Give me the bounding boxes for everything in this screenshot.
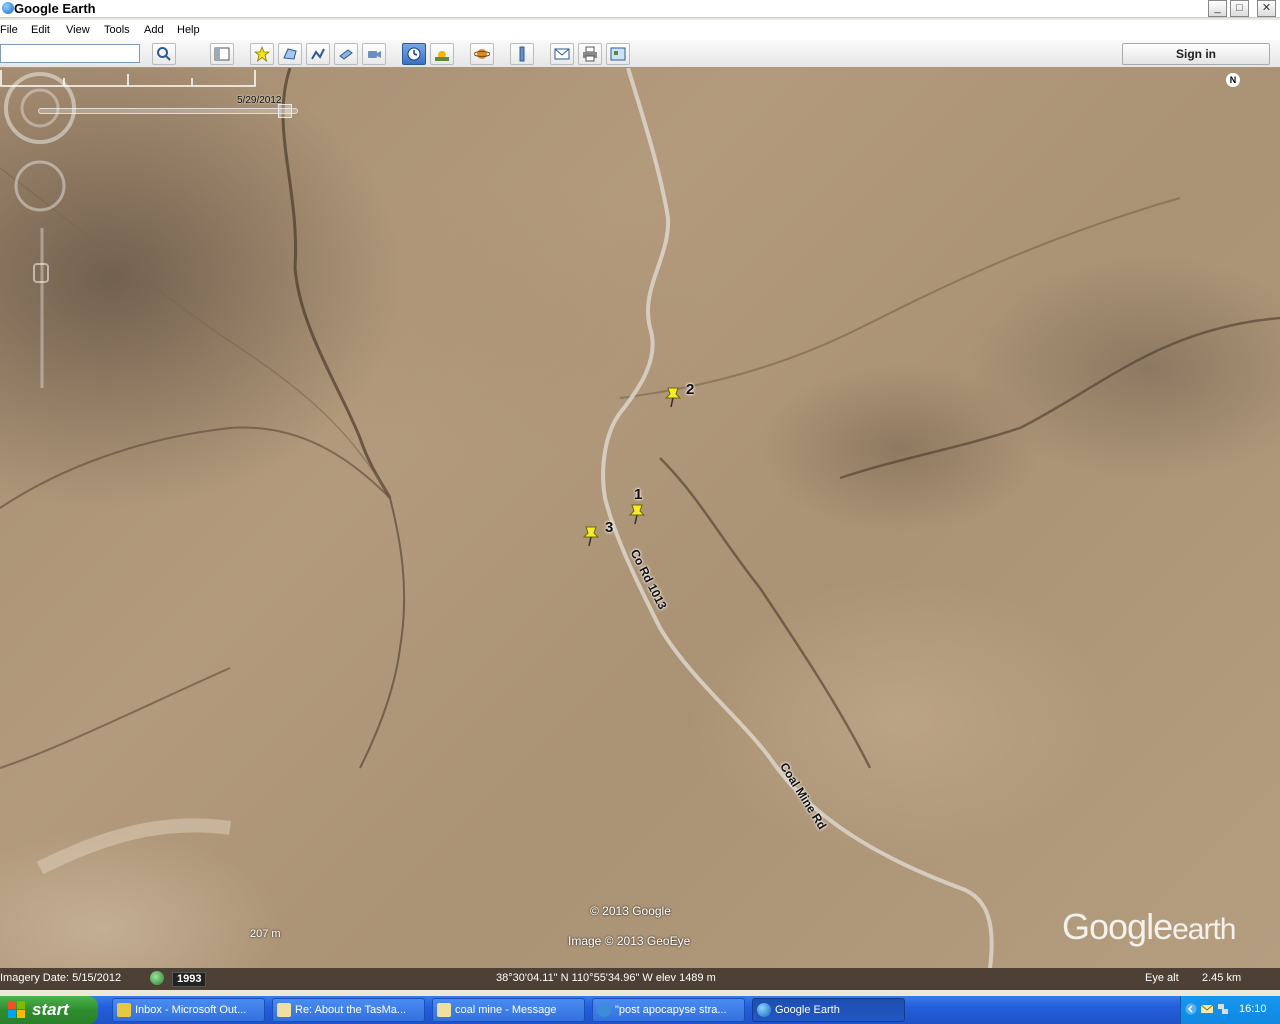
task-label: Inbox - Microsoft Out... <box>135 1004 247 1016</box>
task-label: "post apocapyse stra... <box>615 1004 727 1016</box>
task-label: Google Earth <box>775 1004 840 1016</box>
email-icon <box>554 48 570 60</box>
close-button[interactable]: ✕ <box>1257 0 1276 17</box>
google-earth-app-icon <box>2 2 14 14</box>
menu-tools[interactable]: Tools <box>104 24 130 36</box>
search-input[interactable] <box>0 44 140 63</box>
imagery-date: Imagery Date: 5/15/2012 <box>0 972 122 984</box>
task-label: Re: About the TasMa... <box>295 1004 407 1016</box>
google-earth-icon <box>757 1003 771 1017</box>
placemark-1-label: 1 <box>634 486 643 503</box>
add-image-overlay-button[interactable] <box>334 43 358 65</box>
envelope-icon <box>277 1003 291 1017</box>
search-button[interactable] <box>152 43 176 65</box>
menu-view[interactable]: View <box>66 24 90 36</box>
add-placemark-button[interactable] <box>250 43 274 65</box>
polygon-icon <box>283 48 297 60</box>
outlook-icon <box>117 1003 131 1017</box>
planet-icon <box>473 49 491 59</box>
move-joystick[interactable] <box>14 160 66 212</box>
task-label: coal mine - Message <box>455 1004 557 1016</box>
image-overlay-icon <box>339 49 353 60</box>
sunlight-button[interactable] <box>430 43 454 65</box>
toolbar: Sign in <box>0 40 1280 68</box>
placemark-3-pin-icon[interactable] <box>580 523 602 547</box>
time-slider-thumb[interactable] <box>278 104 292 118</box>
historical-imagery-button[interactable] <box>402 43 426 65</box>
task-google-earth[interactable]: Google Earth <box>752 998 905 1022</box>
placemark-2-label: 2 <box>686 381 695 398</box>
eye-alt-label: Eye alt <box>1145 972 1179 984</box>
menu-help[interactable]: Help <box>177 24 200 36</box>
task-coal-mine-message[interactable]: coal mine - Message <box>432 998 585 1022</box>
clock: 16:10 <box>1239 1003 1267 1015</box>
scale-label: 207 m <box>250 928 281 940</box>
imagery-copyright: Image © 2013 GeoEye <box>568 934 691 948</box>
placemark-3-label: 3 <box>605 519 614 536</box>
network-tray-icon[interactable] <box>1217 1003 1229 1015</box>
task-browser-window[interactable]: "post apocapyse stra... <box>592 998 745 1022</box>
tray-expand-icon[interactable] <box>1185 1003 1197 1015</box>
minimize-button[interactable]: _ <box>1208 0 1227 17</box>
print-button[interactable] <box>578 43 602 65</box>
historical-imagery-icon[interactable] <box>150 971 164 985</box>
internet-explorer-icon <box>597 1003 611 1017</box>
google-earth-window: Google Earth _ □ ✕ File Edit View Tools … <box>0 0 1280 996</box>
task-tasma-message[interactable]: Re: About the TasMa... <box>272 998 425 1022</box>
envelope-icon <box>437 1003 451 1017</box>
menu-bar: File Edit View Tools Add Help <box>0 20 1280 40</box>
email-button[interactable] <box>550 43 574 65</box>
placemark-1-pin-icon[interactable] <box>626 501 648 525</box>
mail-tray-icon[interactable] <box>1201 1003 1213 1015</box>
window-title: Google Earth <box>14 1 96 16</box>
menu-file[interactable]: File <box>0 24 18 36</box>
status-bar: Imagery Date: 5/15/2012 1993 38°30'04.11… <box>0 968 1280 990</box>
coordinates-readout: 38°30'04.11" N 110°55'34.96" W elev 1489… <box>496 972 716 984</box>
compass-north-indicator[interactable]: N <box>1226 73 1240 87</box>
google-copyright: © 2013 Google <box>590 904 671 918</box>
title-bar: Google Earth _ □ ✕ <box>0 0 1280 18</box>
placemark-2-pin-icon[interactable] <box>662 384 684 408</box>
add-path-button[interactable] <box>306 43 330 65</box>
search-icon <box>157 47 171 61</box>
navigation-controls[interactable] <box>0 68 80 408</box>
start-label: start <box>32 1000 69 1019</box>
google-earth-logo: Googleearth <box>1062 906 1236 948</box>
switch-planet-button[interactable] <box>470 43 494 65</box>
clock-icon <box>407 47 421 61</box>
view-in-maps-button[interactable] <box>606 43 630 65</box>
sidebar-icon <box>214 47 230 61</box>
placemark-icon <box>253 45 271 63</box>
path-icon <box>311 48 325 60</box>
logo-earth-text: earth <box>1172 913 1236 946</box>
add-polygon-button[interactable] <box>278 43 302 65</box>
maximize-button[interactable]: □ <box>1230 0 1249 17</box>
ruler-button[interactable] <box>510 43 534 65</box>
sign-in-button[interactable]: Sign in <box>1122 43 1270 65</box>
menu-edit[interactable]: Edit <box>31 24 50 36</box>
record-tour-icon <box>368 51 381 58</box>
time-slider-date: 5/29/2012 <box>237 95 282 106</box>
start-button[interactable]: start <box>0 996 98 1024</box>
map-icon <box>610 47 626 61</box>
menu-add[interactable]: Add <box>144 24 164 36</box>
eye-alt-value: 2.45 km <box>1202 972 1242 984</box>
taskbar: start Inbox - Microsoft Out... Re: About… <box>0 996 1280 1024</box>
system-tray: 16:10 <box>1180 996 1280 1024</box>
windows-logo-icon <box>8 1001 25 1018</box>
task-outlook-inbox[interactable]: Inbox - Microsoft Out... <box>112 998 265 1022</box>
imagery-year-badge[interactable]: 1993 <box>172 972 207 987</box>
toggle-sidebar-button[interactable] <box>210 43 234 65</box>
sun-icon <box>435 51 449 61</box>
scale-bar <box>0 70 256 87</box>
ruler-icon <box>519 46 525 62</box>
print-icon <box>583 46 597 62</box>
map-view[interactable]: 5/29/2012 1 2 3 Co Rd 1013 Coal Mine Rd … <box>0 68 1280 968</box>
logo-google-text: Google <box>1062 906 1173 947</box>
record-tour-button[interactable] <box>362 43 386 65</box>
